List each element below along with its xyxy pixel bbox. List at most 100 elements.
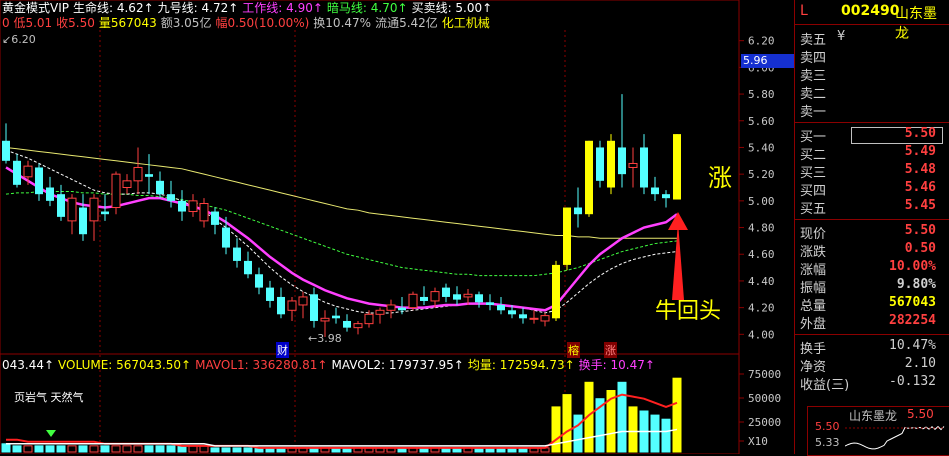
buy-level-price: 5.49 — [904, 144, 936, 159]
volume-bar — [551, 406, 561, 453]
sell-level-label: 卖五 — [800, 33, 827, 48]
candle-body — [375, 309, 385, 315]
header-item: 043.44↑ — [2, 358, 55, 372]
candle-body — [563, 207, 571, 265]
candle-body — [662, 194, 670, 199]
stat2-label: 换手 — [800, 342, 827, 357]
current-price-tag: 5.96 — [741, 54, 795, 68]
volume-bar — [23, 445, 33, 453]
buy-level-price: 5.46 — [904, 180, 936, 195]
candle-body — [628, 162, 638, 168]
volume-bar — [672, 377, 682, 453]
candle-body — [618, 147, 626, 175]
limit-up-marker-icon[interactable]: 涨 — [604, 342, 617, 358]
buy-level-label: 买二 — [800, 148, 827, 163]
candle-body — [529, 317, 539, 320]
header-item: 暗马线: 4.70↑ — [326, 1, 408, 15]
candle-body — [233, 247, 241, 261]
candle-body — [145, 174, 153, 177]
candle-body — [386, 304, 396, 311]
volume-bar — [155, 445, 165, 453]
stock-code: 002490 — [841, 3, 900, 19]
price-axis-label: 5.00 — [748, 195, 775, 208]
header-item: 量567043 — [98, 16, 157, 30]
volume-bar — [661, 418, 671, 453]
candle-body — [320, 317, 330, 322]
candle-body — [343, 320, 351, 328]
stat-label: 振幅 — [800, 281, 827, 296]
stat-label: 现价 — [800, 227, 827, 242]
header-item: 收5.50 — [56, 16, 95, 30]
volume-bar — [221, 447, 231, 453]
concept-text: 页岩气 天然气 — [14, 391, 84, 404]
volume-bar — [210, 447, 220, 453]
candle-body — [640, 147, 648, 188]
volume-axis-label: 75000 — [748, 368, 781, 381]
min-price-label: ←3.98 — [308, 332, 342, 345]
candle-body — [89, 197, 99, 222]
volume-bar — [78, 445, 88, 453]
mini-chart-price: 5.50 — [907, 407, 934, 421]
volume-bar — [111, 445, 121, 453]
candle-body — [46, 187, 54, 201]
price-axis-label: 5.20 — [748, 168, 775, 181]
candle-body — [133, 166, 143, 182]
header-item: 幅0.50(10.00%) — [215, 16, 310, 30]
candle-body — [607, 140, 615, 188]
volume-bar — [34, 445, 44, 453]
volume-bar — [133, 445, 143, 453]
candle-body — [673, 134, 681, 200]
dark-horse-line — [5, 191, 678, 277]
buy-level-label: 买一 — [800, 130, 827, 145]
candle-body — [332, 315, 340, 319]
stat-value: 567043 — [889, 295, 936, 310]
rong-marker-icon[interactable]: 榕 — [567, 342, 580, 358]
stat2-value: 10.47% — [889, 338, 936, 353]
stat-label: 涨幅 — [800, 263, 827, 278]
candle-body — [508, 310, 516, 315]
candle-body — [453, 294, 461, 300]
max-price-label: ↙6.20 — [2, 33, 36, 46]
buy-level-label: 买四 — [800, 184, 827, 199]
prefix-label: L — [800, 3, 808, 19]
volume-bar — [562, 394, 572, 453]
stat2-value: 2.10 — [904, 356, 936, 371]
buy-level-label: 买三 — [800, 166, 827, 181]
volume-bar — [67, 445, 77, 453]
price-volume-chart[interactable]: 6.206.005.805.605.405.205.004.804.604.40… — [0, 0, 794, 454]
volume-axis-label: 25000 — [748, 416, 781, 429]
header-item: 化工机械 — [441, 16, 490, 30]
volume-bar — [89, 445, 99, 453]
stat2-label: 收益(三) — [800, 378, 850, 393]
candle-body — [277, 296, 285, 315]
nine-line — [5, 149, 678, 314]
volume-bar — [122, 445, 132, 453]
stat-label: 总量 — [800, 299, 827, 314]
price-axis-label: 4.80 — [748, 222, 775, 235]
candle-body — [156, 180, 164, 195]
stat-value: 5.50 — [904, 223, 936, 238]
candle-body — [287, 300, 297, 311]
header-item: 0 低5.01 — [2, 16, 53, 30]
header-item: MAVOL2: 179737.95↑ — [331, 358, 464, 372]
stat2-value: -0.132 — [889, 374, 936, 389]
life-line — [5, 146, 677, 239]
volume-bar — [617, 381, 627, 453]
arrow-icon — [672, 222, 684, 300]
candle-body — [398, 307, 406, 311]
stat-value: 10.00% — [889, 259, 936, 274]
volume-bar — [232, 447, 242, 453]
volume-axis-label: 50000 — [748, 392, 781, 405]
candle-body — [266, 287, 274, 301]
candle-body — [486, 302, 494, 305]
candle-body — [519, 314, 527, 319]
price-axis-label: 5.60 — [748, 115, 775, 128]
candle-body — [199, 203, 209, 222]
mini-price-line — [845, 425, 945, 450]
financial-news-icon[interactable]: 财 — [276, 342, 289, 358]
price-axis-label: 6.20 — [748, 35, 775, 48]
volume-header: 043.44↑ VOLUME: 567043.50↑ MAVOL1: 336280.… — [2, 358, 659, 372]
header-item: 工作线: 4.90↑ — [242, 1, 323, 15]
candle-body — [463, 293, 473, 298]
candle-body — [2, 140, 10, 161]
